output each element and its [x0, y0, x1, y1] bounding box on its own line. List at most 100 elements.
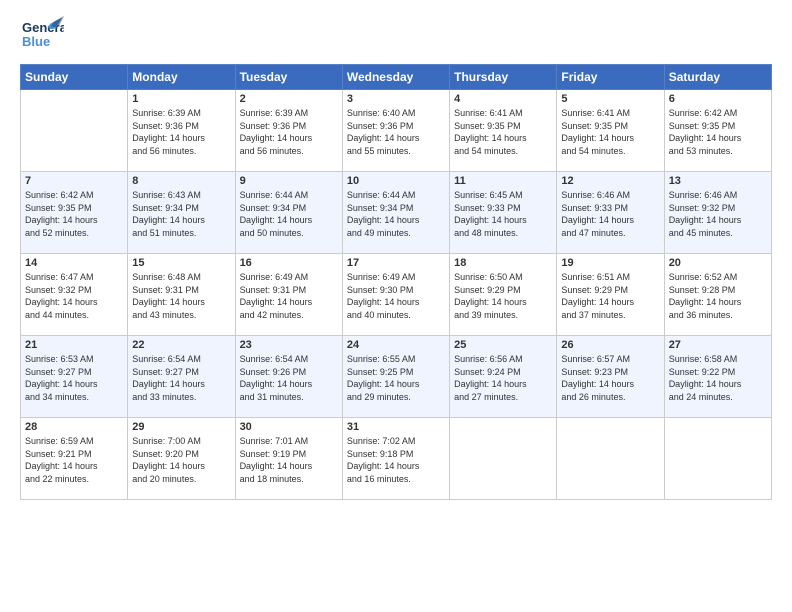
header-friday: Friday — [557, 65, 664, 90]
table-row: 31 Sunrise: 7:02 AM Sunset: 9:18 PM Dayli… — [342, 418, 449, 500]
day-info: Sunrise: 6:45 AM Sunset: 9:33 PM Dayligh… — [454, 189, 552, 239]
day-number: 10 — [347, 175, 445, 187]
day-info: Sunrise: 6:54 AM Sunset: 9:26 PM Dayligh… — [240, 353, 338, 403]
table-row: 11 Sunrise: 6:45 AM Sunset: 9:33 PM Dayli… — [450, 172, 557, 254]
table-row: 10 Sunrise: 6:44 AM Sunset: 9:34 PM Dayli… — [342, 172, 449, 254]
day-info: Sunrise: 6:52 AM Sunset: 9:28 PM Dayligh… — [669, 271, 767, 321]
day-info: Sunrise: 6:41 AM Sunset: 9:35 PM Dayligh… — [454, 107, 552, 157]
calendar-week-row: 21 Sunrise: 6:53 AM Sunset: 9:27 PM Dayli… — [21, 336, 772, 418]
day-number: 17 — [347, 257, 445, 269]
table-row: 13Sunrise: 6:46 AM Sunset: 9:32 PM Dayli… — [664, 172, 771, 254]
table-row: 15 Sunrise: 6:48 AM Sunset: 9:31 PM Dayli… — [128, 254, 235, 336]
header: General Blue — [20, 16, 772, 54]
table-row: 4 Sunrise: 6:41 AM Sunset: 9:35 PM Daylig… — [450, 90, 557, 172]
calendar-table: Sunday Monday Tuesday Wednesday Thursday… — [20, 64, 772, 500]
day-number: 4 — [454, 93, 552, 105]
day-info: Sunrise: 6:39 AM Sunset: 9:36 PM Dayligh… — [240, 107, 338, 157]
day-info: Sunrise: 6:48 AM Sunset: 9:31 PM Dayligh… — [132, 271, 230, 321]
header-tuesday: Tuesday — [235, 65, 342, 90]
day-info: Sunrise: 6:42 AM Sunset: 9:35 PM Dayligh… — [25, 189, 123, 239]
day-number: 26 — [561, 339, 659, 351]
day-info: Sunrise: 6:50 AM Sunset: 9:29 PM Dayligh… — [454, 271, 552, 321]
day-info: Sunrise: 6:43 AM Sunset: 9:34 PM Dayligh… — [132, 189, 230, 239]
table-row: 23 Sunrise: 6:54 AM Sunset: 9:26 PM Dayli… — [235, 336, 342, 418]
table-row: 2Sunrise: 6:39 AM Sunset: 9:36 PM Daylig… — [235, 90, 342, 172]
day-info: Sunrise: 6:46 AM Sunset: 9:33 PM Dayligh… — [561, 189, 659, 239]
header-saturday: Saturday — [664, 65, 771, 90]
day-number: 20 — [669, 257, 767, 269]
day-number: 23 — [240, 339, 338, 351]
day-info: Sunrise: 6:49 AM Sunset: 9:30 PM Dayligh… — [347, 271, 445, 321]
day-info: Sunrise: 6:54 AM Sunset: 9:27 PM Dayligh… — [132, 353, 230, 403]
day-number: 16 — [240, 257, 338, 269]
day-number: 24 — [347, 339, 445, 351]
day-info: Sunrise: 6:42 AM Sunset: 9:35 PM Dayligh… — [669, 107, 767, 157]
table-row: 1 Sunrise: 6:39 AM Sunset: 9:36 PM Daylig… — [128, 90, 235, 172]
day-number: 18 — [454, 257, 552, 269]
table-row: 21 Sunrise: 6:53 AM Sunset: 9:27 PM Dayli… — [21, 336, 128, 418]
weekday-header-row: Sunday Monday Tuesday Wednesday Thursday… — [21, 65, 772, 90]
table-row: 19 Sunrise: 6:51 AM Sunset: 9:29 PM Dayli… — [557, 254, 664, 336]
table-row: 29 Sunrise: 7:00 AM Sunset: 9:20 PM Dayli… — [128, 418, 235, 500]
day-info: Sunrise: 6:55 AM Sunset: 9:25 PM Dayligh… — [347, 353, 445, 403]
day-number: 28 — [25, 421, 123, 433]
day-number: 25 — [454, 339, 552, 351]
day-info: Sunrise: 6:44 AM Sunset: 9:34 PM Dayligh… — [240, 189, 338, 239]
day-info: Sunrise: 7:00 AM Sunset: 9:20 PM Dayligh… — [132, 435, 230, 485]
day-info: Sunrise: 6:46 AM Sunset: 9:32 PM Dayligh… — [669, 189, 767, 239]
header-sunday: Sunday — [21, 65, 128, 90]
table-row: 3 Sunrise: 6:40 AM Sunset: 9:36 PM Daylig… — [342, 90, 449, 172]
day-info: Sunrise: 7:02 AM Sunset: 9:18 PM Dayligh… — [347, 435, 445, 485]
table-row: 18 Sunrise: 6:50 AM Sunset: 9:29 PM Dayli… — [450, 254, 557, 336]
day-number: 29 — [132, 421, 230, 433]
day-number: 15 — [132, 257, 230, 269]
day-number: 11 — [454, 175, 552, 187]
table-row: 20 Sunrise: 6:52 AM Sunset: 9:28 PM Dayli… — [664, 254, 771, 336]
day-info: Sunrise: 6:58 AM Sunset: 9:22 PM Dayligh… — [669, 353, 767, 403]
day-number: 19 — [561, 257, 659, 269]
svg-text:Blue: Blue — [22, 34, 50, 49]
day-info: Sunrise: 6:47 AM Sunset: 9:32 PM Dayligh… — [25, 271, 123, 321]
table-row: 25 Sunrise: 6:56 AM Sunset: 9:24 PM Dayli… — [450, 336, 557, 418]
logo-icon: General Blue — [20, 16, 64, 54]
day-info: Sunrise: 6:40 AM Sunset: 9:36 PM Dayligh… — [347, 107, 445, 157]
day-info: Sunrise: 6:39 AM Sunset: 9:36 PM Dayligh… — [132, 107, 230, 157]
day-number: 9 — [240, 175, 338, 187]
table-row: 24 Sunrise: 6:55 AM Sunset: 9:25 PM Dayli… — [342, 336, 449, 418]
day-number: 3 — [347, 93, 445, 105]
calendar-week-row: 7 Sunrise: 6:42 AM Sunset: 9:35 PM Daylig… — [21, 172, 772, 254]
day-info: Sunrise: 6:51 AM Sunset: 9:29 PM Dayligh… — [561, 271, 659, 321]
header-monday: Monday — [128, 65, 235, 90]
table-row: 17 Sunrise: 6:49 AM Sunset: 9:30 PM Dayli… — [342, 254, 449, 336]
table-row — [450, 418, 557, 500]
table-row: 22 Sunrise: 6:54 AM Sunset: 9:27 PM Dayli… — [128, 336, 235, 418]
table-row: 7 Sunrise: 6:42 AM Sunset: 9:35 PM Daylig… — [21, 172, 128, 254]
table-row: 9 Sunrise: 6:44 AM Sunset: 9:34 PM Daylig… — [235, 172, 342, 254]
table-row: 6 Sunrise: 6:42 AM Sunset: 9:35 PM Daylig… — [664, 90, 771, 172]
table-row — [664, 418, 771, 500]
day-number: 7 — [25, 175, 123, 187]
table-row — [21, 90, 128, 172]
day-number: 1 — [132, 93, 230, 105]
calendar-week-row: 1 Sunrise: 6:39 AM Sunset: 9:36 PM Daylig… — [21, 90, 772, 172]
day-number: 31 — [347, 421, 445, 433]
day-number: 21 — [25, 339, 123, 351]
day-number: 12 — [561, 175, 659, 187]
table-row — [557, 418, 664, 500]
day-info: Sunrise: 6:41 AM Sunset: 9:35 PM Dayligh… — [561, 107, 659, 157]
table-row: 30Sunrise: 7:01 AM Sunset: 9:19 PM Dayli… — [235, 418, 342, 500]
day-info: Sunrise: 6:56 AM Sunset: 9:24 PM Dayligh… — [454, 353, 552, 403]
table-row: 14Sunrise: 6:47 AM Sunset: 9:32 PM Dayli… — [21, 254, 128, 336]
day-info: Sunrise: 6:53 AM Sunset: 9:27 PM Dayligh… — [25, 353, 123, 403]
calendar-week-row: 14Sunrise: 6:47 AM Sunset: 9:32 PM Dayli… — [21, 254, 772, 336]
calendar-week-row: 28Sunrise: 6:59 AM Sunset: 9:21 PM Dayli… — [21, 418, 772, 500]
day-number: 22 — [132, 339, 230, 351]
table-row: 16 Sunrise: 6:49 AM Sunset: 9:31 PM Dayli… — [235, 254, 342, 336]
header-thursday: Thursday — [450, 65, 557, 90]
day-number: 6 — [669, 93, 767, 105]
day-info: Sunrise: 6:44 AM Sunset: 9:34 PM Dayligh… — [347, 189, 445, 239]
day-number: 5 — [561, 93, 659, 105]
table-row: 26Sunrise: 6:57 AM Sunset: 9:23 PM Dayli… — [557, 336, 664, 418]
table-row: 8Sunrise: 6:43 AM Sunset: 9:34 PM Daylig… — [128, 172, 235, 254]
day-info: Sunrise: 6:49 AM Sunset: 9:31 PM Dayligh… — [240, 271, 338, 321]
